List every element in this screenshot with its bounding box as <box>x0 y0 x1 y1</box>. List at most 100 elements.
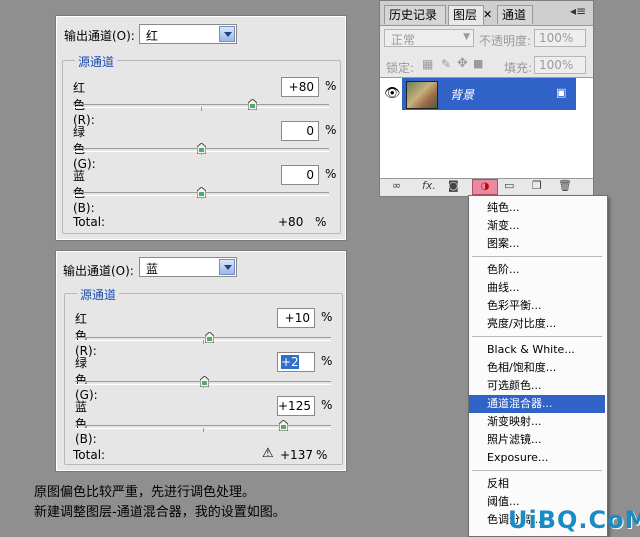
menu-item[interactable]: Black & White... <box>469 341 605 359</box>
slider-thumb[interactable] <box>196 143 206 154</box>
menu-item[interactable]: 曲线... <box>469 279 605 297</box>
channel-slider-track[interactable] <box>73 187 329 199</box>
total-label: Total: <box>73 215 106 229</box>
channel-slider-track[interactable] <box>73 99 329 111</box>
menu-item[interactable]: 照片滤镜... <box>469 431 605 449</box>
channel-label: 红色(R): <box>73 81 95 127</box>
percent-unit: % <box>325 167 337 181</box>
channel-value-input[interactable]: 0 <box>281 165 319 185</box>
source-channels-title: 源通道 <box>77 286 120 303</box>
tab-layers[interactable]: 图层 <box>448 5 484 25</box>
menu-item[interactable]: 渐变映射... <box>469 413 605 431</box>
channel-value-input[interactable]: +80 <box>281 77 319 97</box>
layers-bottom-bar: ∞ fx. ◙ ◑ ▭ ❐ 🗑 <box>380 179 593 196</box>
menu-item[interactable]: 可选颜色... <box>469 377 605 395</box>
slider-thumb[interactable] <box>204 332 214 343</box>
blend-mode-value: 正常 <box>391 33 416 47</box>
lock-transparent-icon[interactable]: ▦ <box>422 57 433 71</box>
source-channels-title: 源通道 <box>75 53 118 70</box>
output-channel-value: 红 <box>146 29 159 43</box>
output-channel-select[interactable]: 红 <box>139 24 237 44</box>
chevron-down-icon[interactable] <box>219 26 235 42</box>
menu-item[interactable]: 色阶... <box>469 261 605 279</box>
slider-thumb[interactable] <box>247 99 257 110</box>
fill-input[interactable]: 100% <box>534 56 586 74</box>
menu-item[interactable]: 色相/饱和度... <box>469 359 605 377</box>
trash-icon[interactable]: 🗑 <box>558 179 572 192</box>
link-layers-icon[interactable]: ∞ <box>392 179 401 192</box>
menu-item[interactable]: 亮度/对比度... <box>469 315 605 333</box>
opacity-label: 不透明度: <box>479 34 532 48</box>
opacity-input[interactable]: 100% <box>534 29 586 47</box>
slider-center-tick <box>203 340 204 344</box>
menu-item[interactable]: 通道混合器... <box>469 395 605 413</box>
lock-all-icon[interactable]: ■ <box>473 57 483 70</box>
percent-unit: % <box>325 123 337 137</box>
panel-tab-bar: 历史记录 图层 ✕ 通道 ◂≡ <box>380 1 593 26</box>
menu-item[interactable]: Exposure... <box>469 449 605 467</box>
chevron-down-icon[interactable]: ▼ <box>463 32 470 42</box>
channel-value: +2 <box>281 355 299 369</box>
fill-value: 100% <box>539 58 574 72</box>
new-layer-icon[interactable]: ❐ <box>532 179 542 192</box>
caption-line-2: 新建调整图层-通道混合器，我的设置如图。 <box>34 505 286 520</box>
chevron-down-icon[interactable] <box>219 259 235 275</box>
slider-thumb[interactable] <box>199 376 209 387</box>
layer-style-icon[interactable]: fx. <box>422 179 436 192</box>
total-label: Total: <box>73 448 106 462</box>
output-channel-label: 输出通道(O): <box>64 29 135 43</box>
menu-separator <box>472 256 602 257</box>
channel-slider-track[interactable] <box>75 332 331 344</box>
layer-row-background[interactable]: 背景 ▣ <box>402 78 576 110</box>
lock-paint-icon[interactable]: ✎ <box>441 57 451 71</box>
menu-item[interactable]: 渐变... <box>469 217 605 235</box>
slider-thumb[interactable] <box>278 420 288 431</box>
adjustment-layer-icon[interactable]: ◑ <box>472 179 498 195</box>
output-channel-label: 输出通道(O): <box>63 264 134 278</box>
layer-name[interactable]: 背景 <box>450 86 474 103</box>
channel-value-input[interactable]: +125 <box>277 396 315 416</box>
percent-unit: % <box>321 310 333 324</box>
tab-history[interactable]: 历史记录 <box>384 5 446 24</box>
layer-mask-icon[interactable]: ◙ <box>448 179 459 192</box>
menu-item[interactable]: 反相 <box>469 475 605 493</box>
blend-mode-select[interactable]: 正常 ▼ <box>384 29 474 47</box>
watermark-logo: UiBQ.CoM <box>508 506 640 534</box>
output-channel-value: 蓝 <box>146 262 159 276</box>
caption-line-1: 原图偏色比较严重，先进行调色处理。 <box>34 485 256 500</box>
lock-label: 锁定: <box>386 61 415 75</box>
slider-center-tick <box>203 428 204 432</box>
adjustment-layer-menu: 纯色... 渐变... 图案... 色阶... 曲线... 色彩平衡... 亮度/对比度..… <box>468 195 608 537</box>
channel-value: +10 <box>284 311 310 325</box>
warning-icon: ⚠ <box>262 446 274 461</box>
close-icon[interactable]: ✕ <box>483 8 492 21</box>
menu-item[interactable]: 图案... <box>469 235 605 253</box>
channel-label: 绿色(G): <box>75 356 98 402</box>
channel-value-input[interactable]: +2 <box>277 352 315 372</box>
fill-label: 填充: <box>504 61 533 75</box>
layer-thumbnail <box>406 81 438 109</box>
lock-move-icon[interactable]: ✥ <box>457 56 468 71</box>
percent-unit: % <box>321 354 333 368</box>
new-group-icon[interactable]: ▭ <box>504 179 514 192</box>
slider-center-tick <box>201 107 202 111</box>
menu-item[interactable]: 纯色... <box>469 199 605 217</box>
total-value: +137 <box>280 448 313 462</box>
channel-slider-track[interactable] <box>75 420 331 432</box>
channel-slider-track[interactable] <box>75 376 331 388</box>
channel-label: 绿色(G): <box>73 125 96 171</box>
channel-value: +80 <box>288 80 314 94</box>
source-channels-group: 源通道 红色(R): +80% 绿色(G): 0% 蓝色(B): 0% Total: +8… <box>62 53 341 234</box>
opacity-value: 100% <box>539 31 574 45</box>
output-channel-select[interactable]: 蓝 <box>139 257 237 277</box>
menu-item[interactable]: 色彩平衡... <box>469 297 605 315</box>
total-unit: % <box>315 215 327 229</box>
visibility-eye-icon[interactable]: 👁 <box>384 86 401 101</box>
channel-value-input[interactable]: +10 <box>277 308 315 328</box>
channel-value-input[interactable]: 0 <box>281 121 319 141</box>
channel-label: 红色(R): <box>75 312 97 358</box>
slider-thumb[interactable] <box>196 187 206 198</box>
channel-slider-track[interactable] <box>73 143 329 155</box>
panel-menu-icon[interactable]: ◂≡ <box>570 4 586 18</box>
tab-channels[interactable]: 通道 <box>497 5 533 24</box>
